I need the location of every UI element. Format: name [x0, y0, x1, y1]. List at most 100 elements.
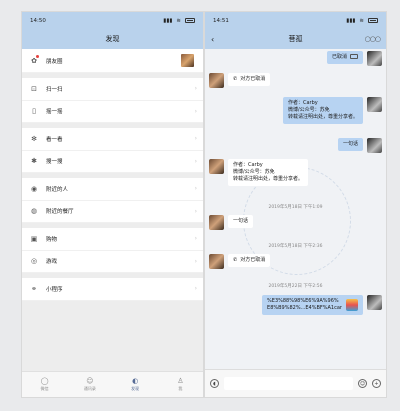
row-label: 朋友圈	[46, 58, 63, 65]
message-bubble[interactable]: 已取消	[326, 51, 363, 64]
row-label: 附近的人	[46, 186, 69, 193]
row-people-nearby[interactable]: ◉ 附近的人 ›	[22, 178, 203, 201]
tab-discover[interactable]: ◐ 发现	[113, 372, 158, 397]
message-bubble[interactable]: 作者：Carby 微博/公众号：苏免 转载请注明出处，尊重分享者。	[228, 159, 309, 186]
timestamp: 2019年5月18日 下午1:09	[268, 205, 323, 210]
shopping-icon: ▣	[30, 234, 38, 243]
timestamp: 2019年5月22日 下午2:56	[268, 284, 323, 289]
system-icons: ▮▮▮ ≋	[163, 18, 195, 24]
status-bar: 14:50 ▮▮▮ ≋	[22, 12, 203, 29]
chat-history[interactable]: 已取消 ✆ 对方已取消 作者：Carby 微博/公众号：苏免 转载请注明出处，尊…	[205, 49, 386, 375]
nav-bar: 发现	[22, 29, 203, 49]
row-shopping[interactable]: ▣ 购物 ›	[22, 228, 203, 251]
tab-label: 我	[178, 386, 183, 391]
my-avatar[interactable]	[367, 295, 382, 310]
signal-icon: ▮▮▮	[163, 17, 173, 24]
tab-contacts[interactable]: ☺ 通讯录	[67, 372, 112, 397]
message-bubble[interactable]: 作者：Carby 微博/公众号：苏免 转载请注明出处，尊重分享者。	[282, 97, 363, 124]
row-label: 小程序	[46, 286, 63, 293]
compass-icon: ◐	[132, 377, 139, 385]
message-bubble[interactable]: 一句话	[337, 138, 363, 151]
chevron-right-icon: ›	[194, 285, 197, 293]
message-sent: %E3%88%98%E6%9A%96% E8%B9%82%...E4%BF%A1…	[262, 295, 382, 315]
chevron-right-icon: ›	[194, 85, 197, 93]
row-label: 购物	[46, 236, 58, 243]
contact-avatar[interactable]	[209, 215, 224, 230]
chevron-right-icon: ›	[194, 257, 197, 265]
tab-label: 微信	[40, 386, 49, 391]
restaurant-icon: ◍	[30, 207, 38, 216]
chevron-right-icon: ›	[194, 157, 197, 165]
discover-list: ✿ 朋友圈 ⊡ 扫一扫 › ▯ 摇一摇 › ✻ 看一看 › ✱ 搜一搜 › ◉ …	[22, 49, 203, 301]
scan-icon: ⊡	[31, 84, 37, 93]
video-call-icon	[350, 54, 358, 59]
top-stories-icon: ✻	[31, 134, 37, 143]
link-card-bubble[interactable]: %E3%88%98%E6%9A%96% E8%B9%82%...E4%BF%A1…	[262, 295, 363, 315]
my-avatar[interactable]	[367, 51, 382, 66]
message-received: 作者：Carby 微博/公众号：苏免 转载请注明出处，尊重分享者。	[209, 159, 309, 186]
status-bar: 14:51 ▮▮▮ ≋	[205, 12, 386, 29]
row-mini-program[interactable]: ⚭ 小程序 ›	[22, 278, 203, 301]
tab-bar: ◯ 微信 ☺ 通讯录 ◐ 发现 ♙ 我	[22, 371, 203, 397]
tab-label: 发现	[131, 386, 140, 391]
timestamp: 2019年5月18日 下午2:36	[268, 244, 323, 249]
people-nearby-icon: ◉	[30, 184, 38, 193]
row-moments[interactable]: ✿ 朋友圈	[22, 49, 203, 73]
row-search[interactable]: ✱ 搜一搜 ›	[22, 150, 203, 173]
mini-program-icon: ⚭	[31, 284, 37, 293]
system-icons: ▮▮▮ ≋	[346, 18, 378, 24]
row-label: 游戏	[46, 259, 58, 266]
battery-icon	[185, 18, 195, 23]
person-icon: ♙	[177, 377, 184, 385]
battery-icon	[368, 18, 378, 23]
row-games[interactable]: ◎ 游戏 ›	[22, 250, 203, 273]
message-received: 一句话	[209, 215, 254, 230]
signal-icon: ▮▮▮	[346, 17, 356, 24]
contacts-icon: ☺	[86, 377, 94, 385]
tab-me[interactable]: ♙ 我	[158, 372, 203, 397]
chevron-right-icon: ›	[194, 235, 197, 243]
my-avatar[interactable]	[367, 97, 382, 112]
row-top-stories[interactable]: ✻ 看一看 ›	[22, 128, 203, 151]
message-sent: 一句话	[337, 138, 382, 153]
chevron-right-icon: ›	[194, 185, 197, 193]
moments-thumbnail	[181, 54, 194, 67]
plus-icon[interactable]: +	[372, 379, 381, 388]
more-options-icon[interactable]: ○○○	[365, 35, 381, 43]
my-avatar[interactable]	[367, 138, 382, 153]
row-label: 扫一扫	[46, 86, 63, 93]
status-time: 14:50	[30, 17, 46, 24]
status-time: 14:51	[213, 17, 229, 24]
tab-label: 通讯录	[83, 386, 96, 391]
wifi-icon: ≋	[359, 17, 364, 24]
message-bubble[interactable]: ✆ 对方已取消	[228, 254, 271, 267]
phone-icon: ✆	[233, 257, 238, 263]
shake-icon: ▯	[32, 107, 36, 116]
message-sent: 已取消	[326, 51, 382, 66]
message-received: ✆ 对方已取消	[209, 73, 271, 88]
page-title: 发现	[105, 35, 120, 43]
voice-input-icon[interactable]: ◖	[210, 379, 219, 388]
contact-avatar[interactable]	[209, 73, 224, 88]
search-icon: ✱	[31, 157, 37, 166]
row-restaurant[interactable]: ◍ 附近的餐厅 ›	[22, 200, 203, 223]
chat-screen: 14:51 ▮▮▮ ≋ ‹ 菩孤 ○○○ 已取消 ✆ 对方已取消 作者：Carb…	[204, 11, 387, 398]
row-label: 搜一搜	[46, 159, 63, 166]
input-bar: ◖ ☺ +	[205, 369, 386, 397]
row-shake[interactable]: ▯ 摇一摇 ›	[22, 100, 203, 123]
contact-avatar[interactable]	[209, 254, 224, 269]
message-input[interactable]	[224, 377, 353, 390]
row-scan[interactable]: ⊡ 扫一扫 ›	[22, 78, 203, 101]
chevron-right-icon: ›	[194, 207, 197, 215]
wifi-icon: ≋	[176, 17, 181, 24]
row-label: 看一看	[46, 136, 63, 143]
app-card-icon	[346, 299, 358, 311]
back-arrow-icon[interactable]: ‹	[211, 35, 214, 44]
tab-chats[interactable]: ◯ 微信	[22, 372, 67, 397]
games-icon: ◎	[30, 257, 38, 266]
discover-screen: 14:50 ▮▮▮ ≋ 发现 ✿ 朋友圈 ⊡ 扫一扫 › ▯ 摇一摇 › ✻ 看…	[21, 11, 204, 398]
emoji-icon[interactable]: ☺	[358, 379, 367, 388]
contact-avatar[interactable]	[209, 159, 224, 174]
message-bubble[interactable]: 一句话	[228, 215, 254, 228]
message-bubble[interactable]: ✆ 对方已取消	[228, 73, 271, 86]
